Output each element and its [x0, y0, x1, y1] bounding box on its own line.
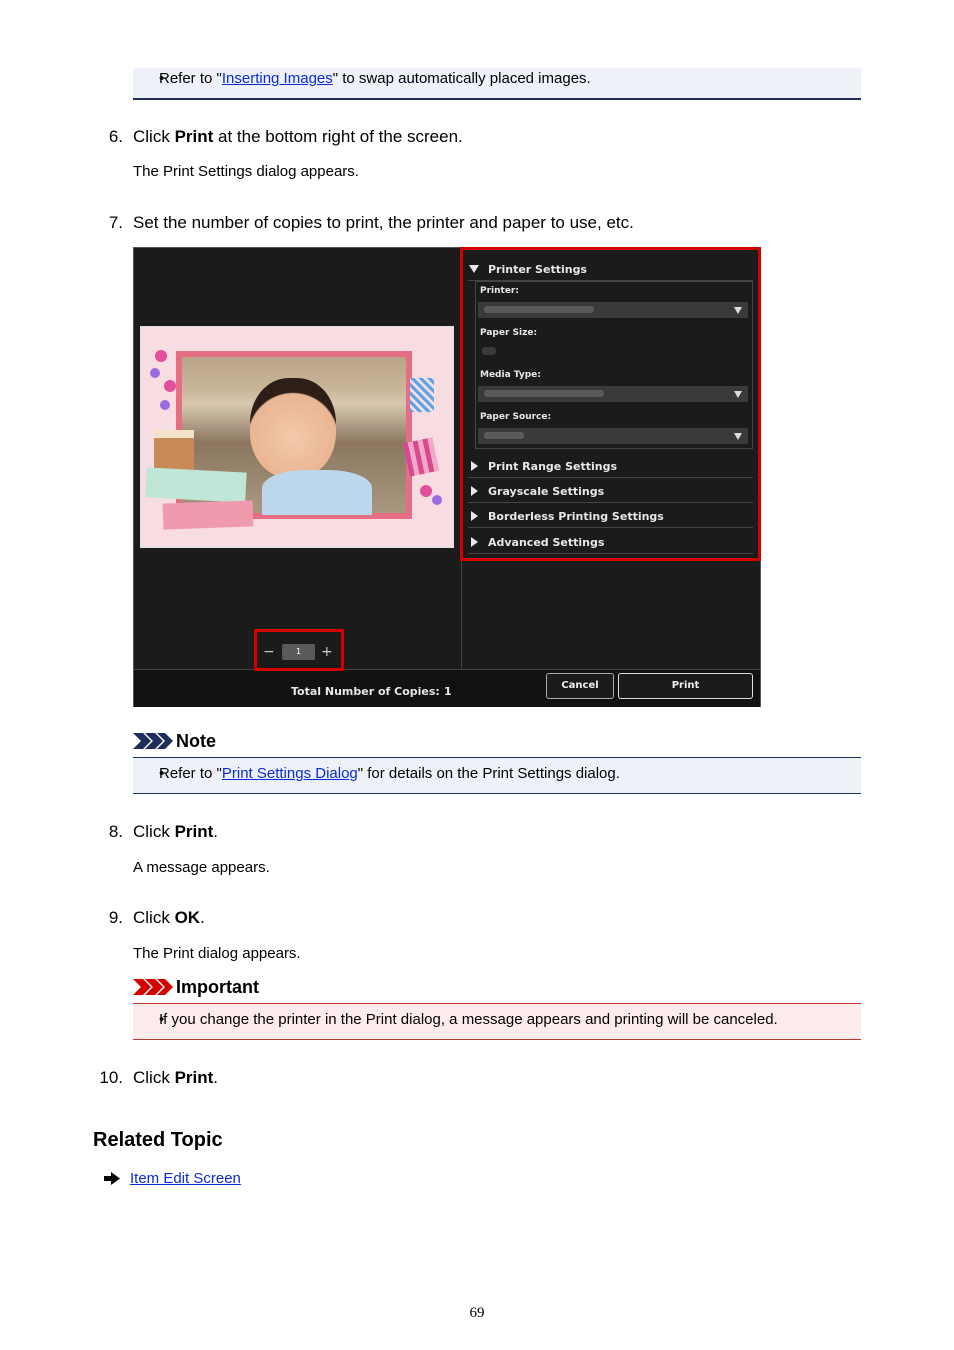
bold-text: Print: [174, 127, 214, 146]
note-icon: [133, 733, 173, 749]
cancel-button[interactable]: Cancel: [546, 673, 614, 699]
flower-sticker: [432, 495, 442, 505]
text: " to swap automatically placed images.: [332, 70, 591, 87]
text: at the bottom right of the screen.: [213, 127, 463, 146]
bold-text: OK: [174, 908, 201, 927]
bold-text: Print: [174, 1068, 214, 1087]
bullet: •: [159, 70, 165, 87]
arrow-right-icon: [104, 1172, 120, 1185]
text: Click: [133, 908, 175, 927]
photo-subject-collar: [262, 470, 372, 515]
step-8-result: A message appears.: [133, 859, 270, 876]
step-6-result: The Print Settings dialog appears.: [133, 163, 359, 180]
text: Refer to ": [159, 765, 222, 782]
copies-highlight: [254, 629, 344, 671]
text: .: [200, 908, 205, 927]
important-title: Important: [176, 977, 259, 997]
flower-sticker: [164, 380, 176, 392]
tape-sticker: [162, 500, 254, 530]
flower-sticker: [155, 350, 167, 362]
inserting-images-link[interactable]: Inserting Images: [222, 70, 333, 87]
settings-highlight: [460, 247, 761, 561]
step-number: 7.: [108, 213, 123, 232]
note-bullet-item: •Refer to "Inserting Images" to swap aut…: [133, 69, 591, 89]
step-9-result: The Print dialog appears.: [133, 945, 301, 962]
photo-subject: [250, 378, 336, 478]
step-number: 8.: [108, 822, 123, 841]
text: Click: [133, 822, 175, 841]
text: .: [213, 1068, 219, 1087]
pattern-sticker: [410, 378, 434, 412]
total-copies-label: Total Number of Copies:: [291, 685, 440, 698]
bullet: •: [159, 1011, 165, 1028]
text: .: [213, 822, 219, 841]
text: Set the number of copies to print, the p…: [133, 213, 634, 232]
bold-text: Print: [174, 822, 214, 841]
note-title: Note: [176, 731, 216, 751]
note-bullet-item: •Refer to "Print Settings Dialog" for de…: [133, 764, 620, 784]
text: Click: [133, 127, 175, 146]
important-bullet-item: •If you change the printer in the Print …: [133, 1010, 778, 1030]
page-number: 69: [469, 1305, 485, 1321]
item-edit-screen-link[interactable]: Item Edit Screen: [130, 1169, 241, 1189]
tape-sticker: [145, 467, 247, 503]
flower-sticker: [420, 485, 432, 497]
step-number: 10.: [99, 1068, 123, 1087]
step-number: 9.: [108, 908, 123, 927]
total-copies-value: 1: [444, 685, 452, 698]
text: Click: [133, 1068, 175, 1087]
bullet: •: [159, 765, 165, 782]
step-number: 6.: [108, 127, 123, 146]
print-settings-dialog-link[interactable]: Print Settings Dialog: [222, 765, 358, 782]
flower-sticker: [160, 400, 170, 410]
related-topic-heading: Related Topic: [93, 1129, 223, 1151]
print-button[interactable]: Print: [618, 673, 753, 699]
flower-sticker: [150, 368, 160, 378]
text: Refer to ": [159, 70, 222, 87]
text: If you change the printer in the Print d…: [159, 1011, 778, 1028]
text: " for details on the Print Settings dial…: [357, 765, 620, 782]
important-icon: [133, 979, 173, 995]
